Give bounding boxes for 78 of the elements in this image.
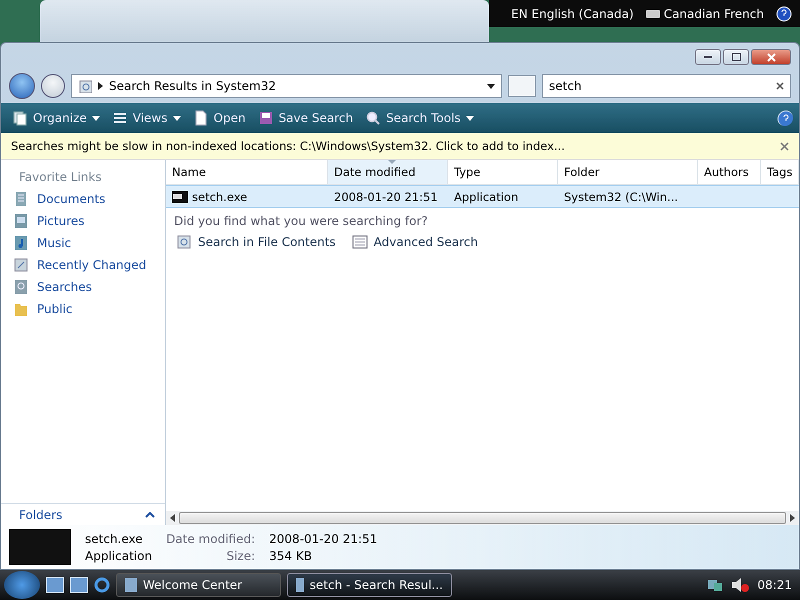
keyboard-icon (646, 8, 660, 18)
sidebar-link[interactable]: Public (1, 298, 165, 320)
taskbar-button[interactable]: Welcome Center (116, 573, 281, 597)
open-icon (192, 110, 208, 126)
save-icon (258, 110, 274, 126)
tools-icon (365, 110, 382, 126)
searches-icon (13, 279, 29, 295)
documents-icon (13, 191, 29, 207)
pictures-icon (13, 213, 29, 229)
search-prompt: Did you find what you were searching for? (173, 213, 429, 228)
sidebar-link[interactable]: Pictures (1, 210, 165, 232)
detail-label: Size: (225, 548, 256, 562)
search-option[interactable]: Search in File Contents (174, 232, 338, 252)
toolbar-button[interactable]: Views (106, 107, 186, 129)
address-text: Search Results in System32 (109, 79, 277, 93)
table-cell: Application (448, 185, 558, 208)
language-item[interactable]: EN English (Canada) (511, 6, 634, 20)
detail-value: 354 KB (269, 548, 313, 562)
sidebar-link[interactable]: Documents (1, 188, 165, 210)
start-button[interactable] (4, 571, 40, 599)
views-icon (112, 110, 128, 126)
toolbar-button[interactable]: Search Tools (360, 107, 479, 129)
recent-icon (13, 257, 29, 273)
maximize-icon (732, 53, 740, 61)
table-cell[interactable]: setch.exe (166, 185, 328, 208)
back-button[interactable] (9, 73, 35, 99)
folder-icon (13, 301, 29, 317)
sidebar-link[interactable]: Music (1, 232, 165, 254)
clear-icon[interactable] (776, 82, 784, 90)
toolbar-button[interactable]: Open (188, 107, 251, 129)
language-item[interactable]: Canadian French (646, 6, 764, 20)
forward-button[interactable] (41, 74, 65, 98)
window-icon (296, 578, 304, 592)
file-name: setch.exe (85, 532, 144, 546)
detail-label: Date modified: (166, 532, 256, 546)
window-icon (125, 578, 137, 592)
table-cell (761, 185, 799, 208)
close-icon (766, 52, 776, 62)
refresh-button[interactable] (508, 75, 536, 97)
organize-icon (12, 110, 28, 126)
close-icon[interactable] (780, 142, 789, 150)
table-cell: System32 (C:\Win... (558, 185, 698, 208)
scroll-thumb[interactable] (179, 512, 786, 524)
table-cell: 2008-01-20 21:51 (328, 185, 448, 208)
chevron-up-icon (145, 512, 155, 518)
horizontal-scrollbar[interactable] (166, 511, 799, 525)
detail-value: 2008-01-20 21:51 (269, 532, 378, 546)
search-folder-icon (78, 79, 92, 93)
sidebar-header: Favorite Links (18, 169, 103, 186)
address-bar[interactable]: Search Results in System32 (71, 74, 502, 98)
taskbar-button[interactable]: setch - Search Resul... (287, 573, 452, 597)
scroll-right-icon[interactable] (790, 514, 795, 522)
console-icon (172, 190, 188, 202)
close-button[interactable] (751, 49, 791, 65)
search-field[interactable]: setch (542, 74, 791, 98)
speaker-muted-icon[interactable] (731, 577, 750, 593)
chevron-icon (98, 82, 103, 90)
toolbar-button[interactable]: Save Search (252, 107, 358, 129)
advanced-icon (352, 234, 368, 250)
network-icon[interactable] (707, 577, 724, 593)
sidebar-link[interactable]: Searches (1, 276, 165, 298)
search-option[interactable]: Advanced Search (350, 232, 480, 252)
maximize-button[interactable] (723, 49, 749, 65)
search-contents-icon (176, 234, 192, 250)
info-bar[interactable]: Searches might be slow in non-indexed locations: C:\Windows\System32. Click to add to index... (1, 133, 799, 160)
help-icon[interactable] (777, 110, 793, 126)
music-icon (13, 235, 29, 251)
clock: 08:21 (757, 578, 792, 592)
dropdown-icon (487, 84, 495, 88)
info-text: Searches might be slow in non-indexed locations: C:\Windows\System32. Click to add to index... (11, 139, 565, 153)
toolbar-button[interactable]: Organize (7, 107, 105, 129)
column-header[interactable]: Date modified (328, 160, 448, 185)
sidebar-link[interactable]: Recently Changed (1, 254, 165, 276)
scroll-left-icon[interactable] (170, 514, 175, 522)
file-thumbnail (9, 529, 71, 565)
minimize-button[interactable] (695, 49, 721, 65)
minimize-icon (704, 56, 712, 58)
file-type: Application (85, 548, 152, 562)
